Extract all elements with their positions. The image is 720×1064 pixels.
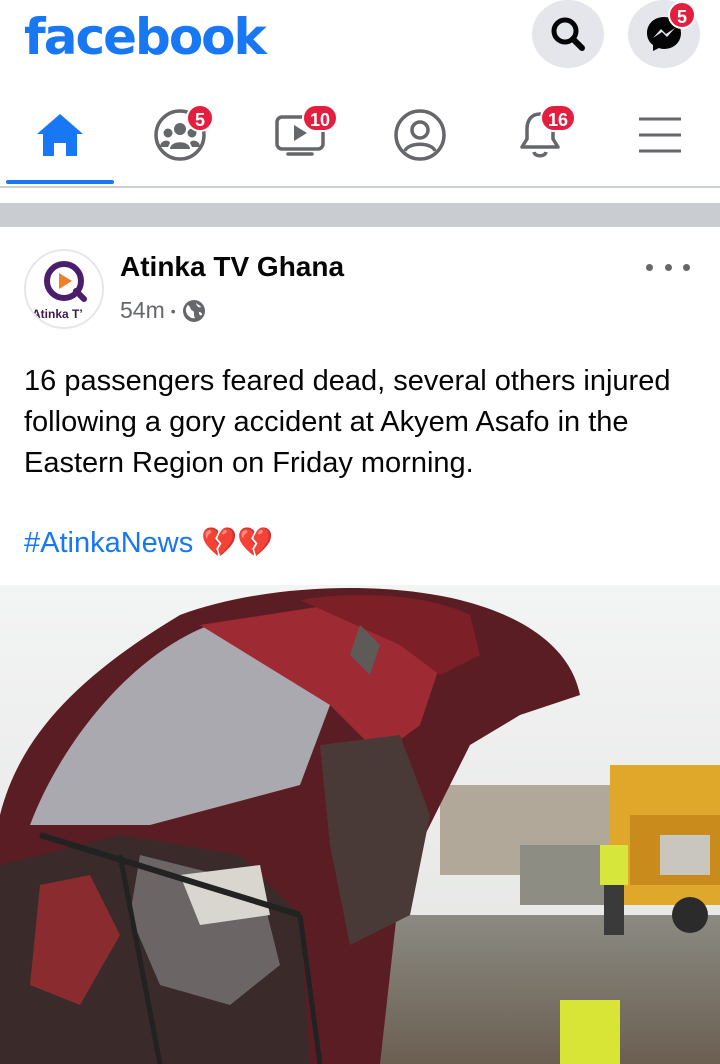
search-button[interactable] [532, 0, 604, 68]
page-avatar[interactable]: Atinka T’ [24, 249, 104, 329]
more-icon-dot [664, 263, 672, 271]
messenger-badge: 5 [668, 1, 696, 29]
tab-profile[interactable] [360, 88, 480, 182]
tab-home[interactable] [0, 88, 120, 184]
post-meta: 54m • [120, 297, 206, 324]
broken-heart-emoji: 💔💔 [201, 527, 274, 559]
hashtag-link[interactable]: #AtinkaNews [24, 523, 193, 564]
page-name[interactable]: Atinka TV Ghana [120, 251, 344, 283]
notifications-badge: 16 [540, 104, 577, 132]
search-icon [551, 17, 585, 51]
more-icon [646, 263, 653, 271]
avatar-label: Atinka T’ [32, 307, 83, 321]
more-options-button[interactable] [646, 255, 690, 279]
facebook-logo[interactable]: facebook [24, 2, 267, 72]
hashtag-line: #AtinkaNews 💔💔 [24, 523, 273, 564]
feed-divider [0, 203, 720, 227]
main-nav: 5 10 16 [0, 88, 720, 188]
post-time[interactable]: 54m [120, 297, 165, 324]
menu-icon [639, 117, 681, 153]
more-icon-dot [683, 263, 690, 271]
meta-separator: • [170, 302, 176, 319]
messenger-button[interactable]: 5 [628, 0, 700, 68]
globe-icon [182, 299, 205, 322]
groups-badge: 5 [186, 104, 214, 132]
accident-photo [0, 585, 720, 1064]
tab-watch[interactable]: 10 [240, 88, 360, 182]
watch-badge: 10 [302, 104, 339, 132]
post-photo[interactable] [0, 585, 720, 1064]
profile-icon [394, 109, 446, 161]
post-body: 16 passengers feared dead, several other… [24, 365, 671, 479]
feed-post: Atinka T’ Atinka TV Ghana 54m • 16 passe… [0, 227, 720, 1064]
tab-notifications[interactable]: 16 [480, 88, 600, 182]
tab-groups[interactable]: 5 [120, 88, 240, 182]
top-bar: facebook 5 [0, 0, 720, 78]
home-icon [37, 114, 83, 156]
tab-menu[interactable] [600, 88, 720, 182]
